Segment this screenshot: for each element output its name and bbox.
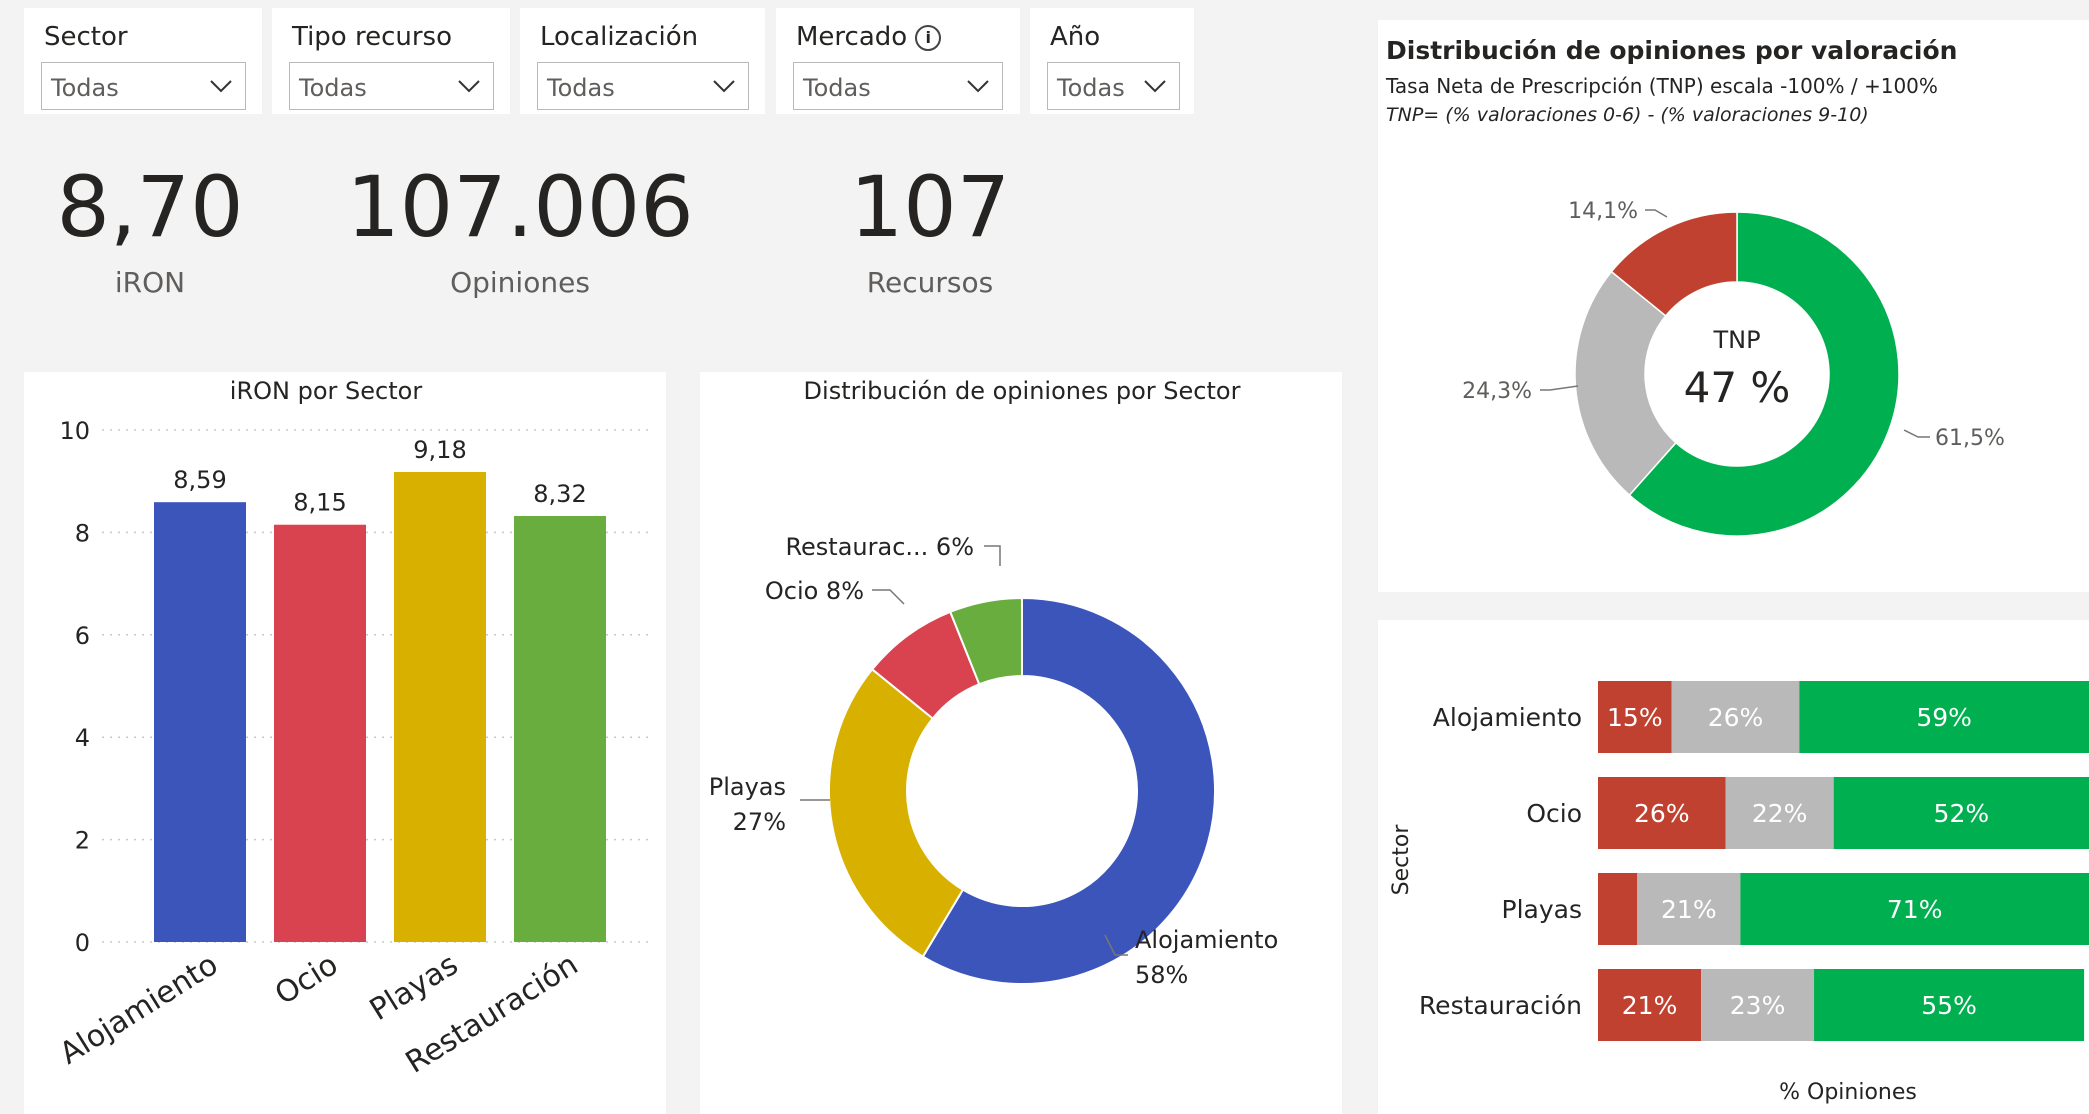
chart-note: TNP= (% valoraciones 0-6) - (% valoracio… (1386, 104, 1869, 126)
slicer-title: Año (1050, 22, 1101, 52)
slice-label: Playas (709, 773, 786, 801)
dropdown-value: Todas (299, 74, 367, 102)
localizacion-dropdown[interactable]: Todas (537, 62, 749, 110)
y-tick-label: Restauración (1419, 991, 1582, 1020)
x-tick-label: Playas (364, 947, 464, 1028)
x-tick-label: Alojamiento (54, 947, 224, 1072)
kpi-value: 107.006 (346, 158, 694, 256)
info-icon[interactable]: i (915, 25, 942, 51)
distribucion-sector-card: Distribución de opiniones por Sector Alo… (700, 372, 1342, 1114)
chevron-down-icon (1144, 80, 1166, 93)
slicer-title: Localización (540, 22, 699, 52)
x-tick-label: Ocio (269, 947, 344, 1012)
iron-por-sector-card: iRON por Sector 0 2 4 6 8 10 8,59 Alojamiento 8… (24, 372, 666, 1114)
data-label: 21% (1622, 991, 1678, 1020)
bar (154, 502, 246, 942)
sector-donut-chart: Distribución de opiniones por Sector Alo… (709, 377, 1279, 989)
sector-dropdown[interactable]: Todas (41, 62, 246, 110)
data-label: 52% (1934, 799, 1990, 828)
slicer-title: Sector (44, 22, 128, 52)
sector-valoracion-card: Sector % Opiniones Alojamiento 15% 26% 59% O… (1378, 620, 2089, 1114)
slicer-localizacion: Localización Todas (520, 8, 765, 114)
dropdown-value: Todas (803, 74, 871, 102)
slicer-title: Mercado i (796, 22, 942, 52)
slicer-title-text: Mercado (796, 22, 908, 52)
ano-dropdown[interactable]: Todas (1047, 62, 1180, 110)
slice-label: 27% (733, 808, 786, 836)
slice-label: Restaurac... 6% (785, 533, 974, 561)
leader-line (872, 589, 905, 605)
y-tick-label: Ocio (1526, 799, 1582, 828)
data-label: 21% (1661, 895, 1717, 924)
data-label: 71% (1887, 895, 1943, 924)
y-tick-label: 6 (75, 622, 90, 650)
bar (514, 516, 606, 942)
y-tick-label: Alojamiento (1433, 703, 1582, 732)
dropdown-value: Todas (547, 74, 615, 102)
slicer-title: Tipo recurso (292, 22, 453, 52)
leader-line (984, 545, 1001, 566)
y-tick-label: Playas (1502, 895, 1582, 924)
slice-label: Alojamiento (1135, 926, 1278, 954)
chevron-down-icon (210, 80, 232, 93)
data-label: 26% (1634, 799, 1690, 828)
data-label: 22% (1752, 799, 1808, 828)
chart-subtitle: Tasa Neta de Prescripción (TNP) escala -… (1386, 74, 1938, 98)
dropdown-value: Todas (1057, 74, 1125, 102)
iron-bar-chart: iRON por Sector 0 2 4 6 8 10 8,59 Alojamiento 8… (54, 377, 654, 1080)
bar (274, 524, 366, 942)
y-tick-label: 0 (75, 929, 90, 957)
data-label: 23% (1730, 991, 1786, 1020)
kpi-label: iRON (114, 266, 186, 299)
slicer-ano: Año Todas (1030, 8, 1194, 114)
data-label: 9,18 (413, 436, 466, 464)
dropdown-value: Todas (51, 74, 119, 102)
chevron-down-icon (458, 80, 480, 93)
slicer-sector: Sector Todas (24, 8, 262, 114)
kpi-value: 8,70 (56, 158, 244, 256)
y-axis-title: Sector (1389, 824, 1414, 896)
data-label: 8,59 (173, 466, 226, 494)
y-tick-label: 10 (59, 417, 90, 445)
x-axis-title: % Opiniones (1779, 1080, 1917, 1105)
data-label: 15% (1607, 703, 1663, 732)
slicer-tipo-recurso: Tipo recurso Todas (272, 8, 510, 114)
data-label: 55% (1921, 991, 1977, 1020)
y-tick-label: 2 (75, 827, 90, 855)
y-tick-label: 8 (75, 519, 90, 547)
y-tick-label: 4 (75, 724, 90, 752)
data-label: 59% (1916, 703, 1972, 732)
data-label: 26% (1708, 703, 1764, 732)
data-label: 8,15 (293, 489, 346, 517)
chevron-down-icon (967, 80, 989, 93)
tipo-recurso-dropdown[interactable]: Todas (289, 62, 494, 110)
slice-label: 58% (1135, 961, 1188, 989)
chevron-down-icon (713, 80, 735, 93)
kpi-value: 107 (849, 158, 1011, 256)
kpi-label: Opiniones (450, 266, 590, 299)
slice-label: Ocio 8% (765, 577, 864, 605)
mercado-dropdown[interactable]: Todas (793, 62, 1003, 110)
chart-title: Distribución de opiniones por Sector (804, 377, 1241, 405)
kpi-label: Recursos (866, 266, 994, 299)
data-label: 8,32 (533, 480, 586, 508)
slicer-mercado: Mercado i Todas (776, 8, 1020, 114)
stacked-segment (1598, 873, 1638, 945)
chart-title: iRON por Sector (230, 377, 423, 405)
tnp-card: Distribución de opiniones por valoración… (1378, 20, 2089, 592)
chart-title: Distribución de opiniones por valoración (1386, 36, 1958, 65)
donut-slice (828, 667, 965, 958)
stacked-bar-chart: Sector % Opiniones Alojamiento 15% 26% 59% O… (1389, 681, 2089, 1105)
bar (394, 471, 486, 942)
